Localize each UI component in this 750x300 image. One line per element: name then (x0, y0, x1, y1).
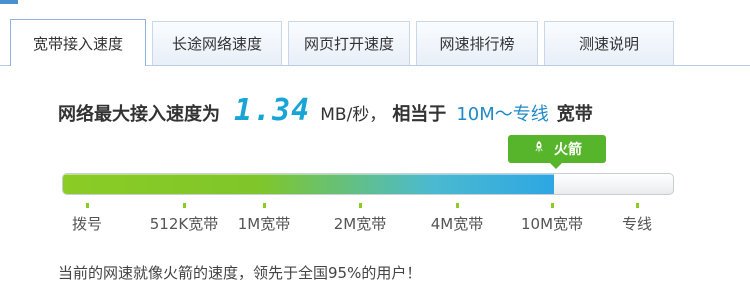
scale-ticks (0, 203, 750, 211)
tab-access-speed[interactable]: 宽带接入速度 (10, 19, 146, 66)
scale-label-10m: 10M宽带 (520, 215, 584, 233)
scale-label-dialup: 拨号 (71, 215, 103, 233)
scale-label-4m: 4M宽带 (430, 215, 484, 233)
tab-long-distance-speed[interactable]: 长途网络速度 (152, 21, 282, 65)
marker-label: 火箭 (554, 142, 582, 158)
tab-speed-ranking[interactable]: 网速排行榜 (416, 21, 538, 65)
speed-progress-bar (62, 173, 674, 195)
speed-compare-prefix: 相当于 (392, 104, 447, 125)
scale-label-2m: 2M宽带 (333, 215, 387, 233)
scale-label-dedicated: 专线 (621, 215, 653, 233)
speed-tail: 宽带 (556, 104, 593, 125)
rocket-icon (532, 140, 546, 158)
speed-level-link[interactable]: 10M～专线 (456, 100, 548, 126)
scale-tick (183, 203, 186, 208)
tab-bar: 宽带接入速度 长途网络速度 网页打开速度 网速排行榜 测速说明 (0, 19, 750, 66)
scale-label-512k: 512K宽带 (149, 215, 219, 233)
tab-test-description[interactable]: 测速说明 (544, 21, 674, 65)
scale-tick (636, 203, 639, 208)
speed-unit: MB/秒， (320, 105, 387, 125)
scale-labels: 拨号 512K宽带 1M宽带 2M宽带 4M宽带 10M宽带 专线 (0, 213, 750, 237)
tab-page-open-speed[interactable]: 网页打开速度 (288, 21, 410, 65)
speed-value: 1.34 (234, 93, 311, 128)
scale-tick (263, 203, 266, 208)
scale-tick (456, 203, 459, 208)
scale-tick (551, 203, 554, 208)
speed-level-marker: 火箭 (508, 135, 606, 169)
speed-result-line: 网络最大接入速度为 1.34 MB/秒， 相当于 10M～专线 宽带 (58, 93, 593, 128)
scale-tick (86, 203, 89, 208)
scale-label-1m: 1M宽带 (237, 215, 291, 233)
speed-summary: 当前的网速就像火箭的速度，领先于全国95%的用户！ (58, 264, 422, 282)
speed-prefix: 网络最大接入速度为 (58, 104, 220, 125)
scale-tick (359, 203, 362, 208)
corner-accent (0, 0, 18, 4)
speed-progress-fill (63, 174, 555, 194)
